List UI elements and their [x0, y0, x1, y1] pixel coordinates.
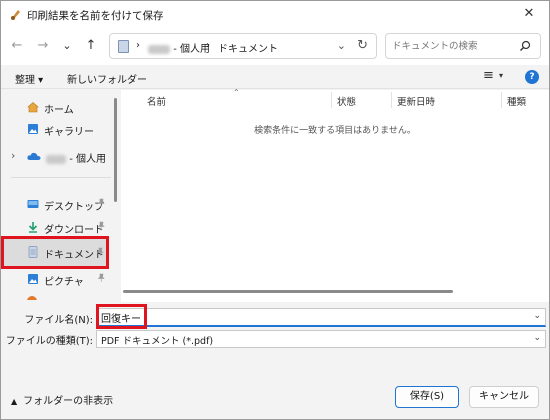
breadcrumb-onedrive-label: - 個人用	[173, 44, 210, 55]
expand-chevron-icon[interactable]: ›	[11, 149, 15, 162]
filename-label: ファイル名(N):	[24, 315, 93, 326]
column-header-name[interactable]: 名前	[147, 94, 166, 108]
sidebar-onedrive-text: - 個人用	[46, 150, 106, 165]
breadcrumb-documents[interactable]: ドキュメント	[218, 40, 278, 55]
sidebar-item-downloads[interactable]: ダウンロード	[1, 216, 113, 238]
gallery-icon	[28, 124, 38, 134]
search-box[interactable]	[385, 33, 541, 59]
sidebar-item-label: ギャラリー	[44, 127, 94, 138]
organize-menu[interactable]: 整理 ▾	[15, 71, 43, 86]
app-icon	[11, 10, 20, 20]
help-icon[interactable]: ?	[525, 70, 539, 84]
hide-folders-toggle[interactable]: ▲ フォルダーの非表示	[11, 392, 113, 407]
breadcrumb-separator: ›	[136, 40, 140, 51]
save-dialog: 印刷結果を名前を付けて保存 ✕ ← → ⌄ ↑ › - 個人用 › ドキュメント…	[0, 0, 550, 420]
filename-input[interactable]	[101, 311, 521, 324]
sidebar-item-documents[interactable]: ドキュメント	[1, 236, 109, 269]
back-button[interactable]: ←	[9, 38, 25, 54]
sidebar-item-label: ピクチャ	[44, 277, 84, 288]
pin-icon[interactable]	[96, 198, 106, 208]
recent-locations-button[interactable]: ⌄	[59, 38, 75, 54]
sidebar-item-partial	[27, 294, 87, 300]
save-button[interactable]: 保存(S)	[395, 386, 459, 408]
sidebar-item-label: ダウンロード	[44, 225, 104, 236]
column-separator[interactable]	[331, 92, 332, 108]
sidebar-item-pictures[interactable]: ピクチャ	[1, 268, 113, 290]
sidebar-item-home[interactable]: ホーム	[1, 96, 113, 118]
breadcrumb-onedrive[interactable]: - 個人用	[148, 40, 210, 55]
pictures-icon	[28, 274, 38, 284]
document-icon	[28, 246, 38, 258]
refresh-button[interactable]: ↻	[357, 38, 368, 53]
column-separator[interactable]	[501, 92, 502, 108]
column-header-status[interactable]: 状態	[337, 94, 356, 108]
sort-ascending-icon: ⌃	[233, 88, 240, 97]
column-header-type[interactable]: 種類	[507, 94, 526, 108]
filetype-label: ファイルの種類(T):	[5, 336, 93, 347]
up-button[interactable]: ↑	[83, 38, 99, 54]
pin-icon[interactable]	[95, 247, 105, 257]
new-folder-button[interactable]: 新しいフォルダー	[67, 71, 147, 86]
empty-result-message: 検索条件に一致する項目はありません。	[254, 126, 416, 136]
search-icon[interactable]	[518, 39, 532, 53]
close-button[interactable]: ✕	[509, 1, 549, 27]
address-dropdown-icon[interactable]: ⌄	[337, 39, 346, 52]
music-icon	[27, 296, 37, 300]
forward-button[interactable]: →	[35, 38, 51, 54]
sidebar-divider	[11, 177, 111, 178]
caret-up-icon: ▲	[11, 397, 18, 406]
save-form: ファイル名(N): ⌄ ファイルの種類(T): PDF ドキュメント (*.pd…	[1, 303, 549, 349]
pin-icon[interactable]	[96, 221, 106, 231]
filetype-value: PDF ドキュメント (*.pdf)	[101, 336, 214, 347]
redacted-username	[148, 44, 170, 54]
address-bar[interactable]: › - 個人用 › ドキュメント ⌄ ↻	[109, 33, 377, 59]
filename-field[interactable]: ⌄	[96, 308, 546, 327]
sidebar-scrollbar[interactable]	[114, 98, 117, 202]
redacted-username	[46, 154, 66, 164]
documents-location-icon	[118, 40, 129, 53]
dialog-title: 印刷結果を名前を付けて保存	[27, 10, 164, 22]
search-input[interactable]	[392, 39, 516, 53]
sidebar-item-desktop[interactable]: デスクトップ	[1, 193, 113, 215]
title-bar: 印刷結果を名前を付けて保存 ✕	[1, 1, 549, 27]
cloud-icon	[27, 152, 41, 160]
sidebar-item-gallery[interactable]: ギャラリー	[1, 118, 113, 140]
navigation-pane: ホーム ギャラリー › - 個人用 デスクトップ ダウンロード ドキュメント ピ…	[1, 90, 121, 300]
view-dropdown-icon[interactable]: ▾	[499, 71, 503, 80]
horizontal-scrollbar[interactable]	[123, 290, 453, 293]
sidebar-item-onedrive[interactable]: › - 個人用	[1, 145, 113, 167]
download-icon	[28, 222, 38, 233]
column-separator[interactable]	[391, 92, 392, 108]
sidebar-item-label: - 個人用	[69, 154, 106, 165]
navigation-bar: ← → ⌄ ↑ › - 個人用 › ドキュメント ⌄ ↻	[1, 27, 549, 65]
cancel-button[interactable]: キャンセル	[469, 386, 539, 408]
sidebar-item-label: デスクトップ	[44, 202, 104, 213]
filename-dropdown-icon[interactable]: ⌄	[533, 311, 541, 321]
column-header-modified[interactable]: 更新日時	[397, 94, 435, 108]
view-options-icon[interactable]: ≡	[483, 68, 494, 83]
command-bar: 整理 ▾ 新しいフォルダー ≡ ▾ ?	[1, 65, 549, 89]
filetype-dropdown-icon[interactable]: ⌄	[533, 333, 541, 343]
sidebar-item-label: ホーム	[44, 105, 74, 116]
desktop-icon	[27, 200, 39, 208]
home-icon	[27, 102, 39, 113]
hide-folders-label: フォルダーの非表示	[23, 396, 114, 407]
breadcrumb-separator: ›	[206, 40, 210, 51]
pin-icon[interactable]	[96, 273, 106, 283]
filetype-select[interactable]: PDF ドキュメント (*.pdf) ⌄	[96, 330, 546, 348]
dialog-footer: ▲ フォルダーの非表示 保存(S) キャンセル	[1, 373, 549, 419]
filename-highlight-box	[96, 304, 147, 329]
file-list: ⌃ 名前 状態 更新日時 種類 検索条件に一致する項目はありません。	[121, 88, 549, 302]
